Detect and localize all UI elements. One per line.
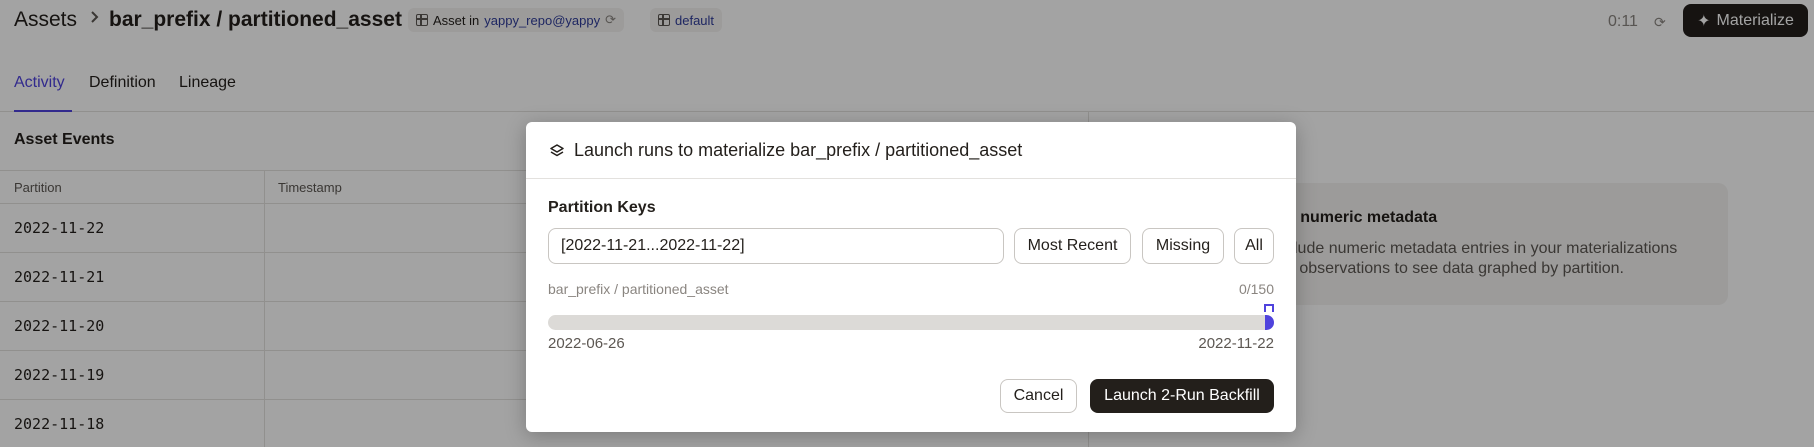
launch-backfill-button[interactable]: Launch 2-Run Backfill: [1090, 379, 1274, 413]
range-start-label: 2022-06-26: [548, 335, 625, 352]
partition-keys-label: Partition Keys: [548, 199, 656, 216]
all-button[interactable]: All: [1234, 228, 1274, 264]
dialog-title: Launch runs to materialize bar_prefix / …: [574, 140, 1023, 160]
range-end-label: 2022-11-22: [1198, 335, 1274, 352]
selected-range-fill: [1264, 315, 1274, 330]
missing-button[interactable]: Missing: [1142, 228, 1224, 264]
most-recent-button[interactable]: Most Recent: [1014, 228, 1131, 264]
launch-runs-dialog: Launch runs to materialize bar_prefix / …: [526, 122, 1296, 432]
selection-marker[interactable]: [1264, 304, 1274, 312]
asset-health-name: bar_prefix / partitioned_asset: [548, 281, 729, 297]
layers-icon: [550, 144, 564, 157]
partition-keys-input[interactable]: [548, 228, 1004, 264]
dialog-header: Launch runs to materialize bar_prefix / …: [526, 122, 1296, 179]
partition-health-bar[interactable]: [548, 315, 1274, 330]
materialized-count: 0/150: [1238, 281, 1274, 297]
cancel-button[interactable]: Cancel: [1000, 379, 1077, 413]
